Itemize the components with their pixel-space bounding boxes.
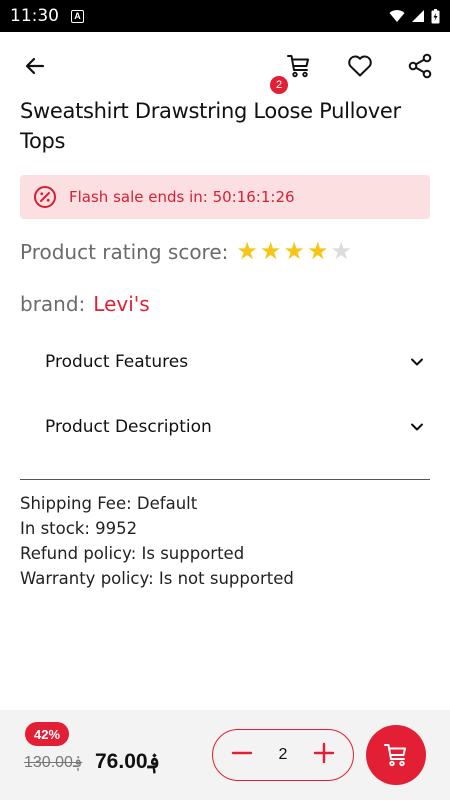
rating-row: Product rating score: ★ ★ ★ ★ ★	[20, 240, 352, 265]
decrease-quantity-button[interactable]	[231, 742, 253, 769]
back-button[interactable]	[15, 46, 55, 86]
discount-badge: 42%	[25, 722, 69, 746]
divider	[20, 479, 430, 480]
flash-sale-banner: Flash sale ends in: 50:16:1:26	[20, 175, 430, 219]
star-filled-icon: ★	[236, 238, 258, 265]
add-to-cart-button[interactable]	[366, 725, 426, 785]
star-filled-icon: ★	[306, 238, 329, 265]
brand-value[interactable]: Levi's	[93, 292, 149, 316]
notification-icon: A	[71, 9, 84, 23]
product-title: Sweatshirt Drawstring Loose Pullover Top…	[20, 99, 401, 153]
top-app-bar	[0, 32, 450, 100]
cart-icon	[287, 55, 309, 78]
stock-text: In stock: 9952	[20, 519, 138, 538]
chevron-down-icon	[411, 423, 423, 431]
share-button[interactable]	[400, 46, 440, 86]
share-icon	[408, 53, 432, 79]
wishlist-button[interactable]	[340, 46, 380, 86]
wifi-icon	[389, 10, 405, 22]
signal-icon	[412, 10, 424, 22]
cart-icon	[384, 744, 406, 767]
chevron-down-icon	[411, 358, 423, 366]
rating-stars: ★ ★ ★ ★ ★	[236, 240, 352, 264]
status-time: 11:30	[10, 6, 59, 26]
plus-icon	[313, 742, 335, 763]
flash-sale-text: Flash sale ends in: 50:16:1:26	[69, 188, 295, 206]
refund-policy-text: Refund policy: Is supported	[20, 544, 245, 563]
battery-icon	[431, 8, 440, 23]
heart-icon	[348, 55, 372, 77]
star-empty-icon: ★	[330, 238, 352, 265]
brand-label: brand:	[20, 292, 86, 316]
quantity-value: 2	[278, 746, 288, 763]
warranty-policy-text: Warranty policy: Is not supported	[20, 569, 294, 588]
star-filled-icon: ★	[283, 238, 305, 265]
shipping-fee-text: Shipping Fee: Default	[20, 494, 198, 513]
star-filled-icon: ★	[259, 238, 282, 265]
brand-row: brand: Levi's	[20, 292, 150, 316]
status-icons	[389, 8, 440, 24]
accordion-product-description[interactable]: Product Description	[45, 407, 425, 447]
quantity-stepper: 2	[212, 729, 354, 781]
old-price: 130.00؋	[24, 754, 83, 771]
arrow-left-icon	[25, 57, 45, 75]
increase-quantity-button[interactable]	[313, 742, 335, 769]
cart-badge: 2	[270, 76, 288, 94]
minus-icon	[231, 751, 253, 754]
accordion-label: Product Features	[45, 352, 189, 372]
rating-label: Product rating score:	[20, 240, 229, 264]
discount-percent-icon	[34, 186, 56, 208]
status-bar: 11:30 A	[0, 0, 450, 32]
accordion-product-features[interactable]: Product Features	[45, 342, 425, 382]
product-info: Shipping Fee: Default In stock: 9952 Ref…	[20, 491, 294, 591]
new-price: 76.00؋	[95, 750, 160, 773]
accordion-label: Product Description	[45, 417, 212, 437]
